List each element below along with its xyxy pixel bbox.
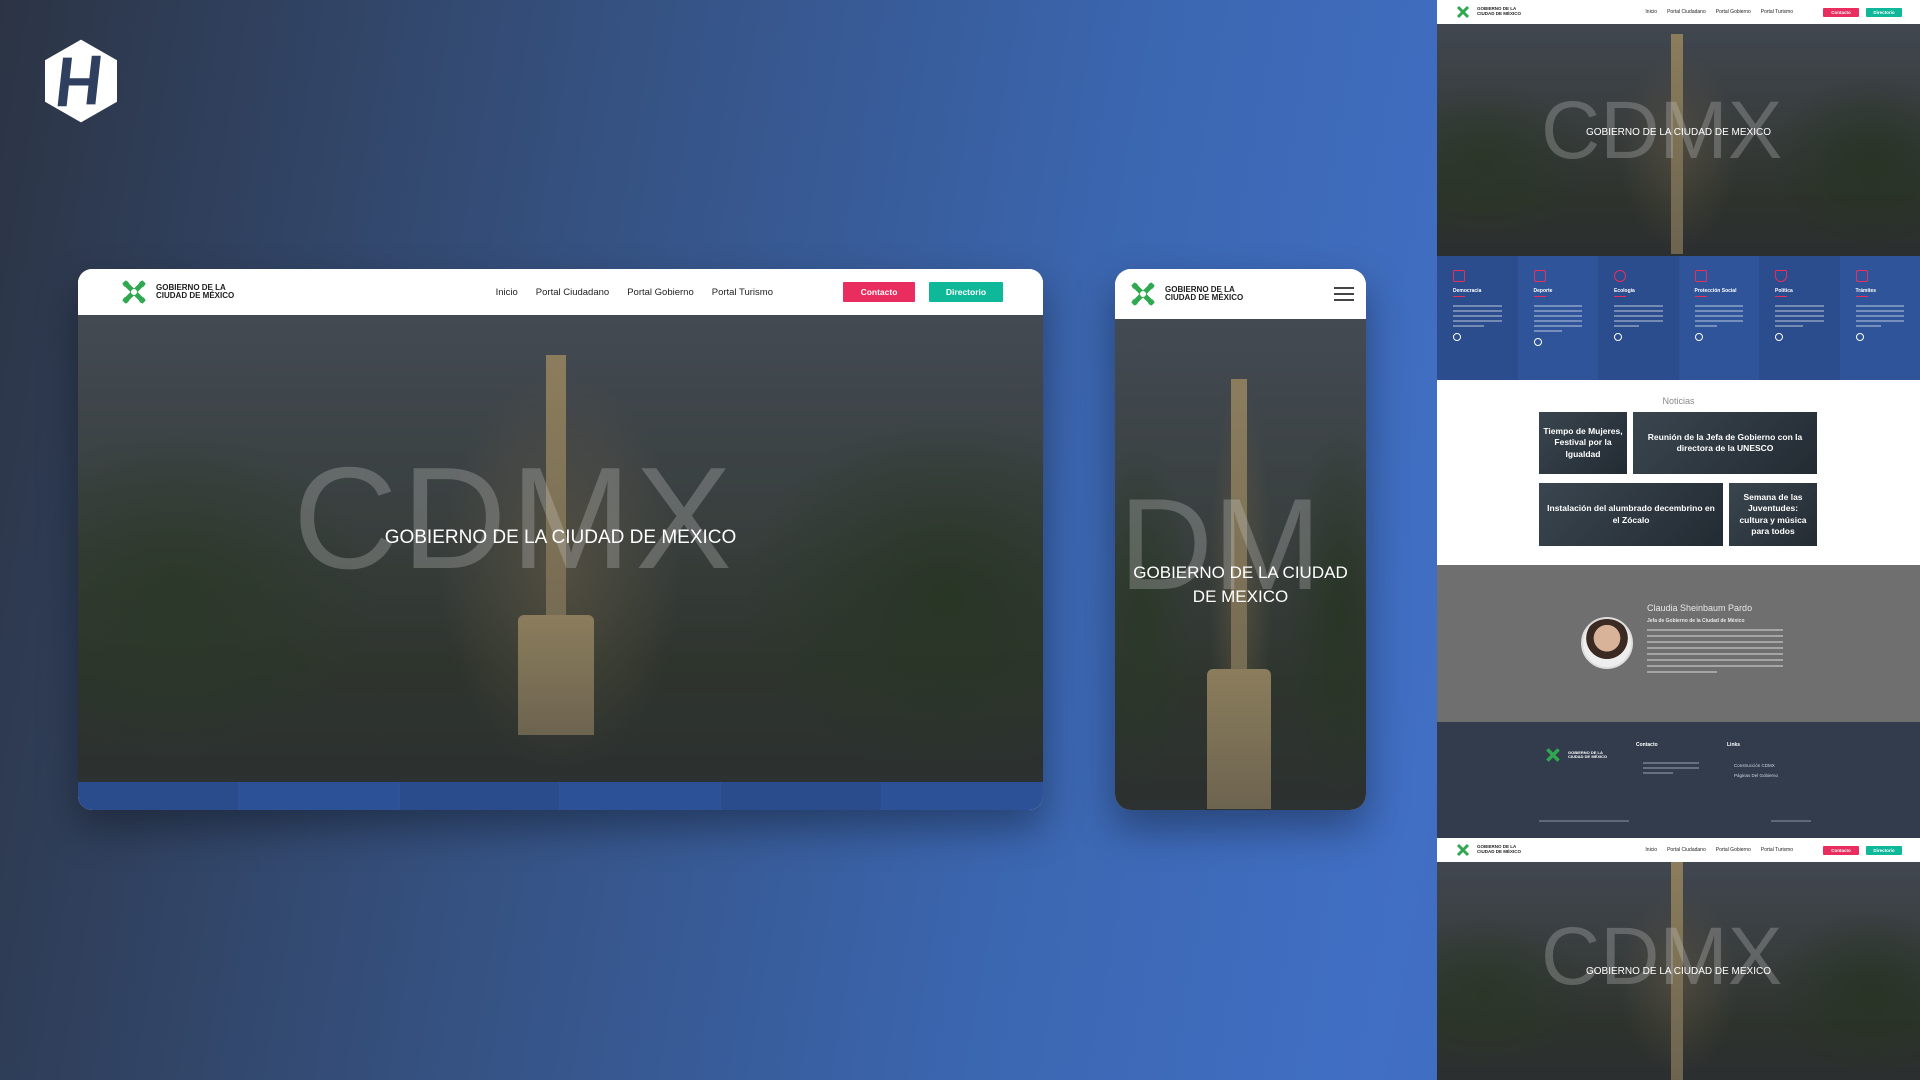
- bio-name: Claudia Sheinbaum Pardo: [1647, 603, 1753, 613]
- service-card-deporte[interactable]: Deporte: [1517, 256, 1598, 380]
- thumbs-up-icon: [1694, 270, 1707, 282]
- mobile-mockup: GOBIERNO DE LA CIUDAD DE MÉXICO DM GOBIE…: [1115, 269, 1366, 810]
- preview-hero-title: GOBIERNO DE LA CIUDAD DE MEXICO: [1585, 966, 1772, 977]
- logo-text: GOBIERNO DE LA CIUDAD DE MÉXICO: [1165, 284, 1244, 302]
- service-card-tramites[interactable]: Trámites: [1839, 256, 1920, 380]
- news-card[interactable]: Instalación del alumbrado decembrino en …: [1539, 483, 1723, 546]
- nav-portal-turismo[interactable]: Portal Turismo: [1761, 9, 1793, 15]
- service-title: Deporte: [1533, 288, 1553, 294]
- site-logo[interactable]: GOBIERNO DE LA CIUDAD DE MÉXICO: [1455, 842, 1521, 858]
- footer-link[interactable]: Construcción CDMX: [1734, 763, 1775, 768]
- news-card[interactable]: Reunión de la Jefa de Gobierno con la di…: [1633, 412, 1817, 474]
- footer-link[interactable]: Páginas Del Gobierno: [1734, 773, 1778, 778]
- cdmx-emblem-icon: [1131, 282, 1155, 306]
- hamburger-icon[interactable]: [1334, 287, 1354, 301]
- main-nav: Inicio Portal Ciudadano Portal Gobierno …: [1645, 847, 1793, 853]
- nav-portal-gobierno[interactable]: Portal Gobierno: [627, 287, 694, 298]
- checklist-icon: [1855, 270, 1868, 282]
- mobile-hero-banner: DM GOBIERNO DE LA CIUDAD DE MEXICO: [1115, 319, 1366, 810]
- news-heading: Noticias: [1662, 396, 1695, 406]
- hero-watermark: CDMX: [293, 437, 736, 599]
- governor-bio: Claudia Sheinbaum Pardo Jefa de Gobierno…: [1437, 565, 1920, 722]
- site-logo[interactable]: GOBIERNO DE LA CIUDAD DE MÉXICO: [118, 276, 234, 308]
- service-card-ecologia[interactable]: Ecología: [1598, 256, 1679, 380]
- hw-monogram-logo: [45, 39, 117, 123]
- preview-hero-title: GOBIERNO DE LA CIUDAD DE MEXICO: [1585, 127, 1772, 138]
- directory-button[interactable]: Directorio: [1866, 845, 1902, 855]
- news-card[interactable]: Tiempo de Mujeres, Festival por la Igual…: [1539, 412, 1627, 474]
- service-card-politica[interactable]: Política: [1759, 256, 1840, 380]
- desktop-navbar: GOBIERNO DE LA CIUDAD DE MÉXICO Inicio P…: [78, 269, 1043, 315]
- main-nav: Inicio Portal Ciudadano Portal Gobierno …: [496, 287, 773, 298]
- directory-button[interactable]: Directorio: [929, 282, 1003, 302]
- service-card-democracia[interactable]: Democracia: [1437, 256, 1518, 380]
- nav-portal-ciudadano[interactable]: Portal Ciudadano: [1667, 9, 1706, 15]
- news-card[interactable]: Semana de las Juventudes: cultura y músi…: [1729, 483, 1817, 546]
- services-strip-preview: [78, 782, 1043, 810]
- mobile-navbar: GOBIERNO DE LA CIUDAD DE MÉXICO: [1115, 269, 1366, 319]
- service-title: Trámites: [1855, 288, 1877, 294]
- service-card-proteccion-social[interactable]: Protección Social: [1678, 256, 1759, 380]
- nav-inicio[interactable]: Inicio: [1645, 847, 1657, 853]
- preview-hero: CDMX GOBIERNO DE LA CIUDAD DE MEXICO: [1437, 24, 1920, 256]
- cdmx-emblem-icon: [1546, 748, 1560, 762]
- preview-hero-watermark: CDMX: [1541, 911, 1783, 1002]
- nav-portal-turismo[interactable]: Portal Turismo: [1761, 847, 1793, 853]
- footer-logo[interactable]: GOBIERNO DE LA CIUDAD DE MÉXICO: [1544, 746, 1607, 764]
- contact-button[interactable]: Contacto: [1823, 845, 1859, 855]
- preview-navbar-repeat: GOBIERNO DE LA CIUDAD DE MÉXICO Inicio P…: [1437, 838, 1920, 862]
- site-logo[interactable]: GOBIERNO DE LA CIUDAD DE MÉXICO: [1127, 278, 1243, 310]
- news-section: Noticias Tiempo de Mujeres, Festival por…: [1437, 380, 1920, 565]
- hero-banner: CDMX GOBIERNO DE LA CIUDAD DE MEXICO: [78, 315, 1043, 782]
- cdmx-emblem-icon: [1456, 5, 1470, 19]
- footer-links-heading: Links: [1727, 742, 1741, 748]
- preview-hero-repeat: CDMX GOBIERNO DE LA CIUDAD DE MEXICO: [1437, 862, 1920, 1080]
- nav-portal-ciudadano[interactable]: Portal Ciudadano: [1667, 847, 1706, 853]
- arrow-circle-icon[interactable]: [1453, 333, 1461, 341]
- site-footer: GOBIERNO DE LA CIUDAD DE MÉXICO Contacto…: [1437, 722, 1920, 838]
- shoe-icon: [1533, 270, 1546, 282]
- globe-icon: [1614, 270, 1626, 282]
- nav-portal-ciudadano[interactable]: Portal Ciudadano: [536, 287, 609, 298]
- arrow-circle-icon[interactable]: [1694, 333, 1703, 341]
- mobile-hero-title: GOBIERNO DE LA CIUDAD DE MEXICO: [1133, 563, 1348, 606]
- contact-button[interactable]: Contacto: [1823, 7, 1859, 17]
- cdmx-emblem-icon: [122, 280, 146, 304]
- nav-inicio[interactable]: Inicio: [496, 287, 518, 298]
- arrow-circle-icon[interactable]: [1855, 333, 1864, 341]
- shield-icon: [1775, 270, 1787, 282]
- service-title: Democracia: [1453, 288, 1482, 294]
- arrow-circle-icon[interactable]: [1614, 333, 1622, 341]
- bio-role: Jefa de Gobierno de la Ciudad de México: [1647, 618, 1745, 624]
- logo-text: GOBIERNO DE LA CIUDAD DE MÉXICO: [1477, 844, 1522, 854]
- logo-text: GOBIERNO DE LA CIUDAD DE MÉXICO: [1477, 6, 1522, 16]
- services-grid: Democracia Deporte Ecología Protección S…: [1437, 256, 1920, 380]
- service-title: Protección Social: [1694, 288, 1737, 294]
- desktop-mockup: GOBIERNO DE LA CIUDAD DE MÉXICO Inicio P…: [78, 269, 1043, 810]
- nav-inicio[interactable]: Inicio: [1645, 9, 1657, 15]
- footer-contact-heading: Contacto: [1636, 742, 1658, 748]
- nav-portal-gobierno[interactable]: Portal Gobierno: [1716, 9, 1751, 15]
- avatar: [1581, 617, 1633, 669]
- edit-icon: [1453, 270, 1465, 282]
- contact-button[interactable]: Contacto: [843, 282, 915, 302]
- site-logo[interactable]: GOBIERNO DE LA CIUDAD DE MÉXICO: [1455, 4, 1521, 20]
- logo-text: GOBIERNO DE LA CIUDAD DE MÉXICO: [1568, 749, 1608, 759]
- nav-portal-turismo[interactable]: Portal Turismo: [712, 287, 773, 298]
- service-title: Ecología: [1614, 288, 1635, 294]
- main-nav: Inicio Portal Ciudadano Portal Gobierno …: [1645, 9, 1793, 15]
- logo-text: GOBIERNO DE LA CIUDAD DE MÉXICO: [156, 282, 235, 300]
- directory-button[interactable]: Directorio: [1866, 7, 1902, 17]
- nav-portal-gobierno[interactable]: Portal Gobierno: [1716, 847, 1751, 853]
- hero-title: GOBIERNO DE LA CIUDAD DE MEXICO: [384, 527, 737, 548]
- arrow-circle-icon[interactable]: [1533, 338, 1542, 346]
- full-page-preview: GOBIERNO DE LA CIUDAD DE MÉXICO Inicio P…: [1437, 0, 1920, 1080]
- monument-base: [518, 615, 594, 735]
- cdmx-emblem-icon: [1456, 843, 1470, 857]
- preview-navbar: GOBIERNO DE LA CIUDAD DE MÉXICO Inicio P…: [1437, 0, 1920, 24]
- monument-base: [1207, 669, 1271, 809]
- arrow-circle-icon[interactable]: [1775, 333, 1783, 341]
- service-title: Política: [1775, 288, 1793, 294]
